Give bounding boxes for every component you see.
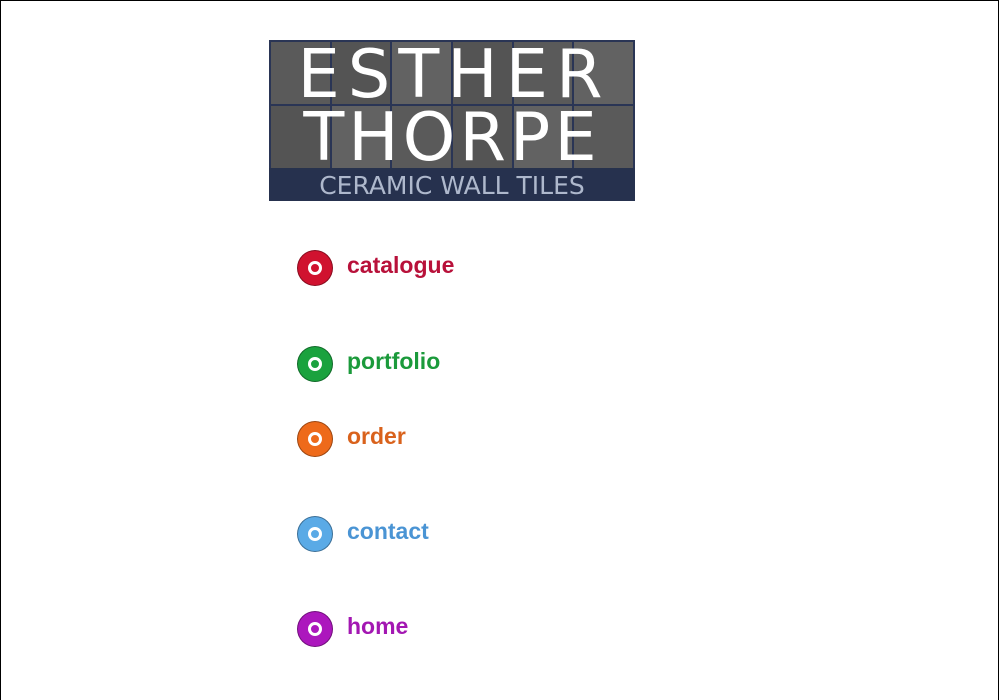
circle-bullet-icon <box>297 516 333 552</box>
logo-subtitle: CERAMIC WALL TILES <box>269 170 635 201</box>
nav-link-order[interactable]: order <box>297 421 406 457</box>
nav-link-catalogue[interactable]: catalogue <box>297 250 454 286</box>
nav-label-contact: contact <box>347 517 429 544</box>
nav-link-portfolio[interactable]: portfolio <box>297 346 440 382</box>
circle-bullet-icon <box>297 346 333 382</box>
nav-link-contact[interactable]: contact <box>297 516 429 552</box>
site-logo[interactable]: ESTHER THORPE CERAMIC WALL TILES <box>269 40 635 201</box>
nav-link-home[interactable]: home <box>297 611 408 647</box>
circle-bullet-icon <box>297 421 333 457</box>
nav-label-home: home <box>347 612 409 639</box>
nav-label-catalogue: catalogue <box>347 251 455 278</box>
page-frame: ESTHER THORPE CERAMIC WALL TILES catalog… <box>0 0 999 700</box>
circle-bullet-icon <box>297 611 333 647</box>
nav-label-portfolio: portfolio <box>347 347 441 374</box>
logo-text-last-name: THORPE <box>303 98 601 176</box>
nav-label-order: order <box>347 422 406 449</box>
circle-bullet-icon <box>297 250 333 286</box>
